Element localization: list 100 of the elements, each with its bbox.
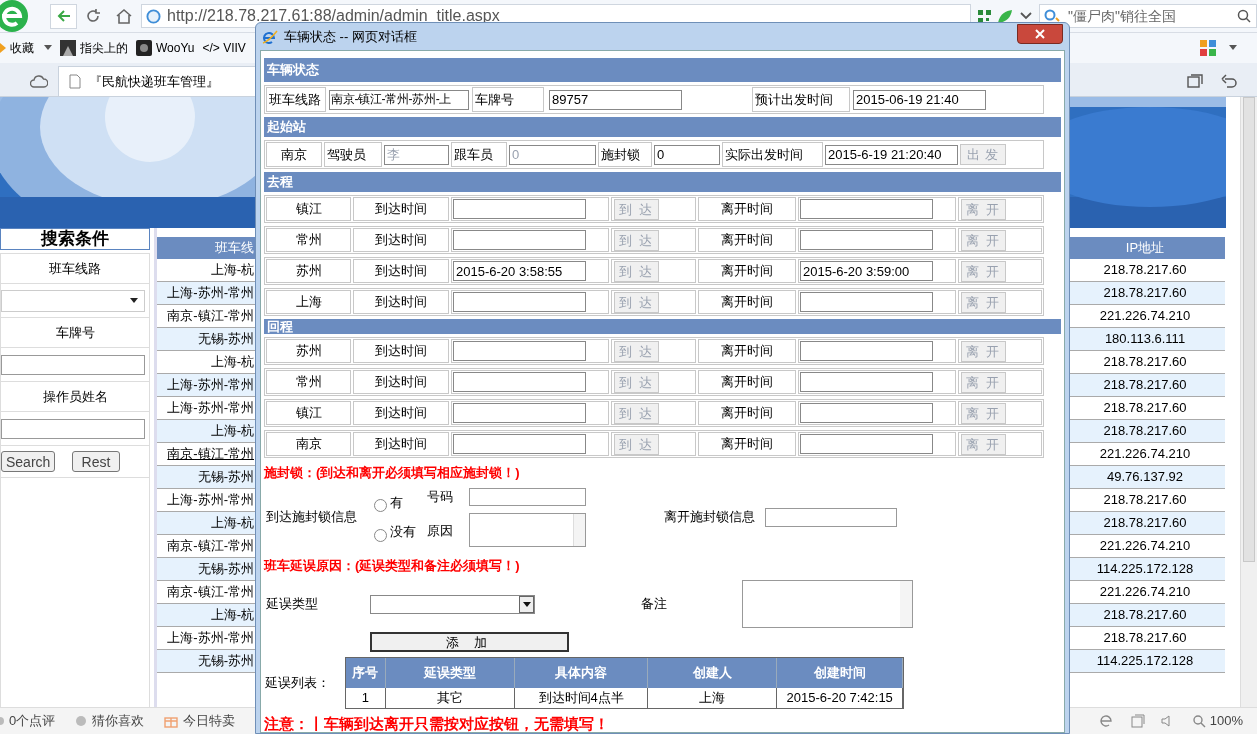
table-cell[interactable]: 上海-苏州-常州 xyxy=(167,375,254,395)
table-cell[interactable]: 无锡-苏州 xyxy=(197,467,254,487)
input-field[interactable] xyxy=(800,292,933,312)
field-label: 号码 xyxy=(427,488,453,507)
table-cell-text: 180.113.6.111 xyxy=(1104,330,1186,349)
status-item[interactable]: 猜你喜欢 xyxy=(92,711,145,731)
dropdown-field[interactable] xyxy=(370,594,535,614)
undo-icon[interactable] xyxy=(1221,74,1237,88)
table-cell[interactable]: 南京-镇江-常州 xyxy=(167,582,254,602)
input-field[interactable] xyxy=(453,403,586,423)
status-item[interactable]: 今日特卖 xyxy=(183,711,236,731)
table-cell-text: 221.226.74.210 xyxy=(1099,445,1191,464)
station-name: 常州 xyxy=(295,373,322,392)
browser-tab[interactable]: 『民航快递班车管理』 xyxy=(58,66,258,96)
table-cell-text: 114.225.172.128 xyxy=(1096,652,1194,671)
table-cell[interactable]: 无锡-苏州 xyxy=(197,329,254,349)
zoom-level[interactable]: 100% xyxy=(1209,711,1243,731)
table-cell-text: 218.78.217.60 xyxy=(1103,399,1187,418)
input-field[interactable] xyxy=(800,372,933,392)
table-cell-text: 218.78.217.60 xyxy=(1103,284,1187,303)
table-cell[interactable]: 南京-镇江-常州 xyxy=(167,444,254,464)
table-cell[interactable]: 上海-苏州-常州 xyxy=(167,283,254,303)
close-button[interactable] xyxy=(1017,23,1063,44)
scrollbar[interactable] xyxy=(1240,97,1257,707)
field-label: 离开时间 xyxy=(721,342,773,361)
table-cell[interactable]: 上海-苏州-常州 xyxy=(167,628,254,648)
input-field[interactable] xyxy=(800,434,933,454)
input-field[interactable] xyxy=(1,418,145,439)
globe-icon xyxy=(146,8,161,24)
input-field[interactable] xyxy=(800,199,933,219)
table-cell[interactable]: 上海-杭 xyxy=(210,421,254,441)
browser-logo-icon[interactable] xyxy=(1098,713,1115,729)
input-field[interactable] xyxy=(1,354,145,375)
table-cell[interactable]: 上海-杭 xyxy=(210,352,254,372)
input-field[interactable] xyxy=(453,372,586,392)
input-field[interactable] xyxy=(765,507,897,527)
input-field[interactable]: 2015-6-19 21:20:40 xyxy=(825,144,958,165)
bookmark-link[interactable]: 指尖上的 xyxy=(80,39,128,57)
dropdown-field[interactable] xyxy=(1,289,145,312)
input-field[interactable]: 南京-镇江-常州-苏州-上 xyxy=(329,89,469,110)
caret-icon[interactable] xyxy=(1229,45,1237,51)
window-icon[interactable] xyxy=(1130,714,1145,728)
input-field[interactable] xyxy=(453,341,586,361)
field-label: 原因 xyxy=(427,521,453,540)
zoom-icon[interactable] xyxy=(1192,714,1206,728)
add-button[interactable]: 添 加 xyxy=(370,632,569,652)
search-button[interactable]: Search xyxy=(1,451,56,472)
field-label: 离开时间 xyxy=(721,231,773,250)
radio-button[interactable] xyxy=(374,499,387,512)
apps-icon[interactable] xyxy=(1199,39,1217,57)
warning-text: 施封锁：(到达和离开必须填写相应施封锁！) xyxy=(264,465,521,481)
input-field[interactable]: 2015-06-19 21:40 xyxy=(853,89,986,110)
table-cell[interactable]: 无锡-苏州 xyxy=(197,651,254,671)
qr-code-icon[interactable] xyxy=(977,8,992,24)
input-field[interactable]: 89757 xyxy=(549,89,682,110)
bookmark-link[interactable]: WooYu xyxy=(156,39,195,57)
table-cell[interactable]: 上海-苏州-常州 xyxy=(167,490,254,510)
table-cell[interactable]: 上海-苏州-常州 xyxy=(167,398,254,418)
reset-button[interactable]: Rest xyxy=(72,451,120,472)
table-cell[interactable]: 上海-杭 xyxy=(210,260,254,280)
input-field[interactable] xyxy=(800,230,933,250)
text-area[interactable] xyxy=(742,580,913,628)
refresh-icon[interactable] xyxy=(85,8,101,24)
bookmark-link[interactable]: </> VIIV xyxy=(202,39,246,57)
tabs-icon[interactable] xyxy=(1187,74,1203,88)
search-icon[interactable] xyxy=(1237,9,1251,23)
browser-logo-icon xyxy=(262,28,278,45)
input-field[interactable] xyxy=(453,292,586,312)
text-area[interactable] xyxy=(469,512,586,547)
table-cell[interactable]: 上海-杭 xyxy=(210,513,254,533)
table-cell[interactable]: 上海-杭 xyxy=(210,605,254,625)
table-cell-text: 218.78.217.60 xyxy=(1103,514,1187,533)
radio-button[interactable] xyxy=(374,528,387,542)
close-icon xyxy=(1035,28,1045,39)
cloud-icon[interactable] xyxy=(30,74,48,88)
input-field[interactable] xyxy=(453,434,586,454)
home-icon[interactable] xyxy=(115,8,133,24)
field-label: 跟车员 xyxy=(453,145,493,164)
status-item[interactable]: 0个点评 xyxy=(9,711,56,731)
input-field[interactable] xyxy=(800,341,933,361)
input-field[interactable] xyxy=(469,488,586,506)
search-field[interactable]: "僵尸肉"销往全国 xyxy=(1039,4,1257,28)
field-label: 到达时间 xyxy=(375,231,427,250)
input-field[interactable] xyxy=(800,403,933,423)
field-label: 到达时间 xyxy=(375,342,427,361)
caret-icon[interactable] xyxy=(44,45,52,51)
back-button[interactable] xyxy=(50,3,77,29)
leaf-icon[interactable] xyxy=(996,8,1013,24)
input-field[interactable]: 0 xyxy=(654,144,720,165)
dropdown-icon[interactable] xyxy=(1019,11,1033,21)
input-field[interactable] xyxy=(453,199,586,219)
station-name: 苏州 xyxy=(295,262,322,281)
section-header: 去程 xyxy=(264,172,1061,192)
field-label: 离开时间 xyxy=(721,373,773,392)
table-cell[interactable]: 无锡-苏州 xyxy=(197,559,254,579)
table-cell[interactable]: 南京-镇江-常州 xyxy=(167,536,254,556)
field-label: 到达时间 xyxy=(375,200,427,219)
input-field[interactable] xyxy=(453,230,586,250)
table-cell[interactable]: 南京-镇江-常州 xyxy=(167,306,254,326)
bookmark-link[interactable]: 收藏 xyxy=(10,39,34,57)
